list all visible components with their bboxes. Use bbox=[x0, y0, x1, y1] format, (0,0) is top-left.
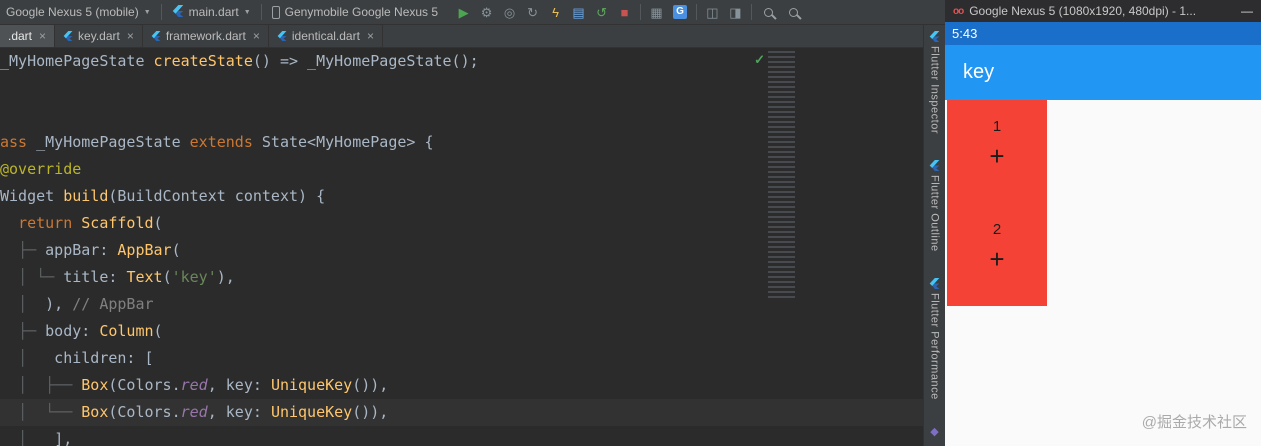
tool-window-button-flutter-outline[interactable]: Flutter Outline bbox=[928, 159, 941, 252]
open-devtools-icon[interactable]: ▤ bbox=[567, 2, 590, 23]
chevron-down-icon: ▼ bbox=[143, 8, 151, 16]
tool-window-label: Flutter Performance bbox=[928, 292, 941, 400]
flutter-icon bbox=[277, 31, 287, 41]
flutter-body: 1 +2 + @掘金技术社区 bbox=[945, 100, 1261, 446]
toolbar-separator bbox=[160, 4, 162, 20]
add-button[interactable]: + bbox=[989, 246, 1004, 272]
translate-icon[interactable]: G bbox=[673, 5, 687, 19]
close-tab-icon[interactable]: × bbox=[39, 29, 46, 43]
run-icon[interactable]: ▶ bbox=[452, 2, 475, 23]
hot-restart-icon[interactable]: ↺ bbox=[590, 2, 613, 23]
screen-capture-icon[interactable]: ◨ bbox=[724, 2, 747, 23]
code-line: │ ├── Box(Colors.red, key: UniqueKey()), bbox=[18, 376, 389, 394]
target-device-label: Genymobile Google Nexus 5 bbox=[284, 5, 439, 19]
box-number: 1 bbox=[992, 118, 1002, 135]
code-line: │ └── Box(Colors.red, key: UniqueKey()), bbox=[0, 399, 923, 426]
flutter-icon bbox=[172, 4, 183, 17]
editor-tabbar: .dart × key.dart × framework.dart × identical.… bbox=[0, 25, 923, 48]
tool-window-label: Flutter Inspector bbox=[928, 46, 941, 134]
bottom-tool-icon[interactable]: ◆ bbox=[930, 425, 938, 438]
main-toolbar: Google Nexus 5 (mobile) ▼ main.dart ▼ Ge… bbox=[0, 0, 945, 25]
emulator-titlebar: oo Google Nexus 5 (1080x1920, 480dpi) - … bbox=[945, 0, 1261, 22]
flutter-icon bbox=[929, 31, 940, 42]
rerun-icon[interactable]: ↻ bbox=[521, 2, 544, 23]
tab-label: .dart bbox=[8, 29, 33, 43]
minimize-button[interactable]: — bbox=[1241, 4, 1253, 18]
emulator-title: Google Nexus 5 (1080x1920, 480dpi) - 1..… bbox=[969, 4, 1197, 18]
toolbar-actions: ▶ ⚙ ◎ ↻ ϟ ▤ ↺ ■ ▦ G ◫ ◨ bbox=[452, 2, 806, 23]
phone-icon bbox=[271, 5, 280, 19]
right-tool-stripe: Flutter Inspector Flutter Outline Flutter … bbox=[923, 25, 945, 446]
android-status-bar: 5:43 bbox=[945, 22, 1261, 45]
close-tab-icon[interactable]: × bbox=[253, 29, 260, 43]
tab-keydart[interactable]: key.dart × bbox=[55, 25, 143, 47]
box-number: 2 bbox=[992, 221, 1002, 238]
close-tab-icon[interactable]: × bbox=[367, 29, 374, 43]
inspections-ok-icon: ✓ bbox=[754, 52, 765, 67]
tool-window-label: Flutter Outline bbox=[928, 174, 941, 252]
run-config-label: main.dart bbox=[188, 5, 239, 19]
device-selector[interactable]: Google Nexus 5 (mobile) ▼ bbox=[6, 5, 151, 19]
code-line: │ ], bbox=[18, 430, 73, 446]
screenshot-root: Google Nexus 5 (mobile) ▼ main.dart ▼ Ge… bbox=[0, 0, 1261, 446]
tab-frameworkdart[interactable]: framework.dart × bbox=[143, 25, 269, 47]
toolbar-separator bbox=[750, 4, 752, 20]
tab-label: identical.dart bbox=[291, 29, 360, 43]
code-line: ├─ body: Column( bbox=[18, 322, 163, 340]
tab-label: key.dart bbox=[78, 29, 120, 43]
target-device-selector[interactable]: Genymobile Google Nexus 5 bbox=[271, 5, 439, 19]
flutter-icon bbox=[151, 31, 161, 41]
status-bar-time: 5:43 bbox=[952, 26, 978, 41]
profiler-icon[interactable]: ◎ bbox=[498, 2, 521, 23]
device-selector-label: Google Nexus 5 (mobile) bbox=[6, 5, 139, 19]
appbar-title: key bbox=[963, 61, 995, 83]
flutter-icon bbox=[929, 159, 940, 171]
hot-reload-icon[interactable]: ϟ bbox=[544, 2, 567, 23]
close-tab-icon[interactable]: × bbox=[127, 29, 134, 43]
flutter-appbar: key bbox=[945, 45, 1261, 100]
genymotion-logo-icon: oo bbox=[953, 5, 964, 17]
toolbar-separator bbox=[695, 4, 697, 20]
tool-window-button-flutter-inspector[interactable]: Flutter Inspector bbox=[929, 31, 941, 134]
code-line: │ children: [ bbox=[18, 349, 154, 367]
flutter-icon bbox=[63, 31, 73, 41]
flutter-icon bbox=[929, 277, 940, 289]
toolbar-separator bbox=[640, 4, 642, 20]
genymotion-emulator-window: oo Google Nexus 5 (1080x1920, 480dpi) - … bbox=[945, 0, 1261, 446]
chevron-down-icon: ▼ bbox=[243, 8, 251, 16]
device-file-explorer-icon[interactable]: ▦ bbox=[645, 2, 668, 23]
code-minimap[interactable] bbox=[768, 51, 795, 301]
tab-label: framework.dart bbox=[165, 29, 246, 43]
red-box: 2 + bbox=[947, 203, 1047, 306]
layout-inspector-icon[interactable]: ◫ bbox=[701, 2, 724, 23]
search-everywhere-icon[interactable] bbox=[788, 7, 798, 17]
stop-icon[interactable]: ■ bbox=[613, 2, 636, 23]
flutter-icon bbox=[172, 4, 184, 20]
code-editor[interactable]: _MyHomePageState createState() => _MyHom… bbox=[0, 48, 923, 446]
tab-identicaldart[interactable]: identical.dart × bbox=[269, 25, 383, 47]
toolbar-separator bbox=[260, 4, 262, 20]
add-button[interactable]: + bbox=[989, 143, 1004, 169]
red-column: 1 +2 + bbox=[947, 100, 1047, 306]
attach-debugger-icon[interactable]: ⚙ bbox=[475, 2, 498, 23]
tab-dart[interactable]: .dart × bbox=[0, 25, 56, 47]
find-action-icon[interactable] bbox=[763, 7, 773, 17]
android-studio-window: Google Nexus 5 (mobile) ▼ main.dart ▼ Ge… bbox=[0, 0, 945, 446]
red-box: 1 + bbox=[947, 100, 1047, 203]
tool-window-button-flutter-performance[interactable]: Flutter Performance bbox=[928, 277, 941, 400]
run-config-selector[interactable]: main.dart ▼ bbox=[172, 4, 251, 20]
watermark: @掘金技术社区 bbox=[1141, 414, 1247, 431]
